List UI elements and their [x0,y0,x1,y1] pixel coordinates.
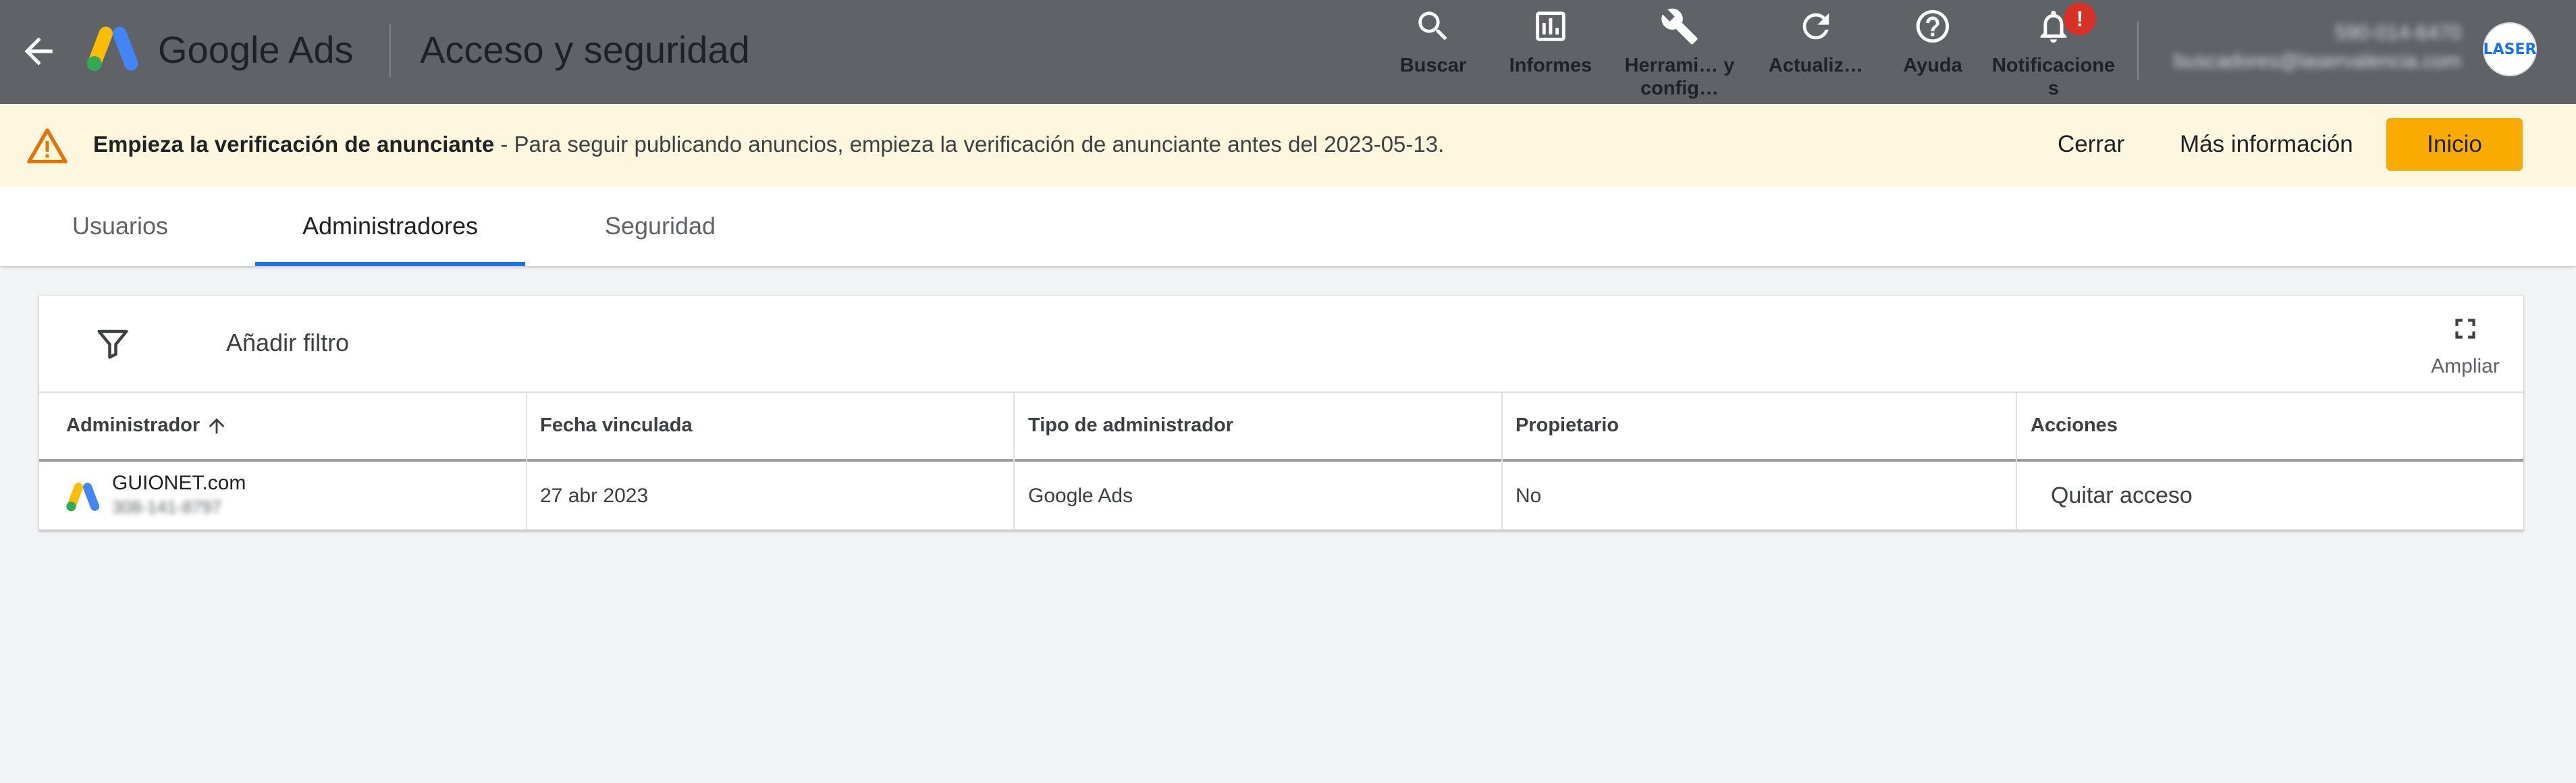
column-divider [1501,392,1503,531]
reports-button[interactable]: Informes [1500,7,1601,101]
column-header-linked-date[interactable]: Fecha vinculada [540,412,693,439]
bar-chart-icon [1536,11,1565,41]
brand-divider [390,24,391,77]
notification-badge: ! [2064,3,2096,35]
column-header-owner[interactable]: Propietario [1515,412,1619,439]
manager-type-cell: Google Ads [1028,485,1133,507]
active-tab-indicator [255,262,525,266]
help-label: Ayuda [1903,55,1962,76]
account-email: buscadores@laservalencia.com [2174,50,2461,72]
page-title: Acceso y seguridad [420,28,750,71]
notifications-button[interactable]: ! Notificaciones [1990,3,2117,101]
sort-ascending-icon[interactable] [205,414,228,437]
banner-message: Empieza la verificación de anunciante - … [93,129,1444,160]
help-button[interactable]: Ayuda [1896,7,1970,101]
remove-access-button[interactable]: Quitar acceso [2051,479,2193,512]
refresh-label: Actualiz… [1768,55,1864,76]
filter-icon[interactable] [95,325,131,362]
table-header-border [39,459,2523,462]
column-divider [1013,392,1015,531]
search-button[interactable]: Buscar [1389,7,1477,101]
search-icon [1418,11,1447,40]
reports-label: Informes [1509,55,1592,76]
banner-detail: - Para seguir publicando anuncios, empie… [494,132,1445,157]
banner-title: Empieza la verificación de anunciante [93,132,495,157]
owner-cell: No [1515,485,1542,507]
add-filter-button[interactable]: Añadir filtro [226,327,349,359]
manager-account-id: 308-141-8797 [112,497,221,517]
column-header-manager-type[interactable]: Tipo de administrador [1028,412,1233,439]
tab-security[interactable]: Seguridad [586,186,734,266]
tab-managers[interactable]: Administradores [255,186,525,266]
manager-account-name: GUIONET.com [112,472,246,494]
avatar-logo-text: LASER [2483,40,2537,58]
expand-label: Ampliar [2431,355,2500,377]
account-phone: 590-014-6470 [2335,22,2461,44]
column-divider [2016,392,2017,531]
table-top-border [39,392,2523,393]
linked-date-cell: 27 abr 2023 [540,485,649,507]
account-divider [2137,22,2139,80]
banner-close-button[interactable]: Cerrar [2058,128,2124,161]
google-ads-logo-icon [86,26,138,72]
banner-start-button[interactable]: Inicio [2386,118,2523,171]
tools-settings-button[interactable]: Herrami… y config… [1615,7,1744,101]
account-avatar[interactable]: LASER [2483,22,2537,76]
refresh-button[interactable]: Actualiz… [1763,7,1869,101]
tools-settings-label: Herrami… y config… [1624,55,1735,99]
warning-icon [27,128,68,163]
refresh-icon [1802,13,1829,40]
notifications-label: Notificaciones [1991,55,2116,99]
google-ads-account-icon [66,483,100,512]
expand-button[interactable]: Ampliar [2425,312,2506,386]
tab-users[interactable]: Usuarios [53,186,188,266]
table-bottom-border [39,529,2523,531]
brand-name: Google Ads [158,28,354,71]
wrench-icon [1661,8,1698,45]
back-arrow-icon[interactable] [18,30,59,72]
column-header-manager[interactable]: Administrador [66,412,200,439]
search-label: Buscar [1399,55,1467,76]
help-icon [1916,9,1950,43]
fullscreen-icon [2455,319,2475,339]
column-divider [526,392,527,531]
column-header-actions: Acciones [2031,414,2118,436]
banner-more-info-button[interactable]: Más información [2180,128,2353,161]
